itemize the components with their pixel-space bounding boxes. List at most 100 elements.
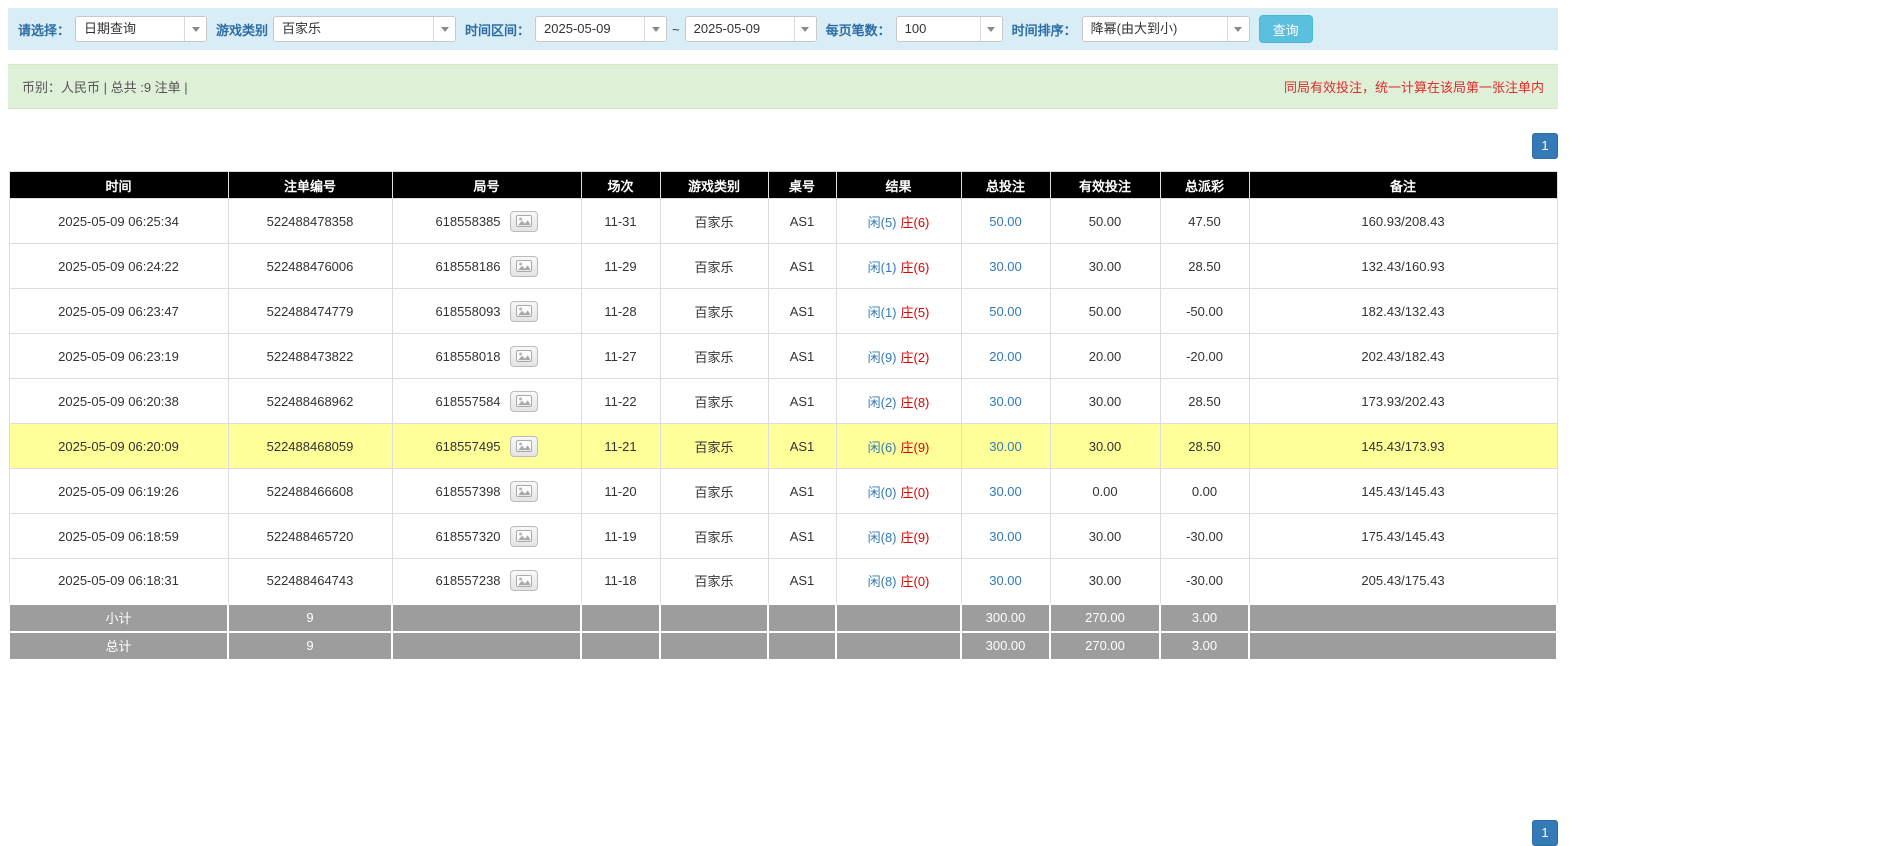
total-bet-link[interactable]: 50.00 bbox=[989, 214, 1022, 229]
pagination-bottom: 1 bbox=[8, 820, 1558, 846]
subtotal-count: 9 bbox=[228, 604, 392, 632]
cell-result: 闲(5)庄(6) bbox=[836, 199, 961, 244]
total-bet-link[interactable]: 20.00 bbox=[989, 349, 1022, 364]
result-player: 闲(1) bbox=[868, 305, 897, 320]
page-1-button[interactable]: 1 bbox=[1532, 133, 1558, 159]
cell-session: 11-19 bbox=[581, 514, 660, 559]
cell-total-bet: 20.00 bbox=[961, 334, 1050, 379]
table-header: 时间 注单编号 局号 场次 游戏类别 桌号 结果 总投注 有效投注 总派彩 备注 bbox=[9, 172, 1557, 199]
dropdown-arrow-button[interactable] bbox=[794, 17, 816, 41]
sort-order-dropdown[interactable]: 降幂(由大到小) bbox=[1082, 16, 1250, 42]
date-range-separator: ~ bbox=[672, 22, 680, 37]
cell-payout: 0.00 bbox=[1160, 469, 1249, 514]
footer-empty-cell bbox=[1249, 604, 1557, 632]
page-1-button[interactable]: 1 bbox=[1532, 820, 1558, 846]
table-row: 2025-05-09 06:18:59 522488465720 6185573… bbox=[9, 514, 1557, 559]
result-banker: 庄(2) bbox=[901, 350, 930, 365]
cell-game-type: 百家乐 bbox=[660, 199, 768, 244]
cell-payout: 28.50 bbox=[1160, 244, 1249, 289]
date-from-dropdown[interactable]: 2025-05-09 bbox=[535, 16, 667, 42]
roadmap-preview-button[interactable] bbox=[510, 526, 538, 547]
dropdown-arrow-button[interactable] bbox=[433, 17, 455, 41]
total-bet-link[interactable]: 30.00 bbox=[989, 529, 1022, 544]
search-button[interactable]: 查询 bbox=[1259, 15, 1313, 43]
result-banker: 庄(8) bbox=[901, 395, 930, 410]
cell-round-id: 618557320 bbox=[392, 514, 581, 559]
total-bet-link[interactable]: 50.00 bbox=[989, 304, 1022, 319]
cell-table-no: AS1 bbox=[768, 244, 836, 289]
roadmap-image-icon bbox=[516, 215, 532, 227]
table-body: 2025-05-09 06:25:34 522488478358 6185583… bbox=[9, 199, 1557, 604]
query-type-dropdown[interactable]: 日期查询 bbox=[75, 16, 207, 42]
round-number: 618558186 bbox=[435, 259, 500, 274]
header-total-bet: 总投注 bbox=[961, 172, 1050, 199]
dropdown-arrow-button[interactable] bbox=[980, 17, 1002, 41]
total-bet-link[interactable]: 30.00 bbox=[989, 573, 1022, 588]
game-type-value: 百家乐 bbox=[274, 17, 433, 41]
cell-session: 11-20 bbox=[581, 469, 660, 514]
roadmap-image-icon bbox=[516, 305, 532, 317]
cell-round-id: 618557584 bbox=[392, 379, 581, 424]
cell-payout: -30.00 bbox=[1160, 514, 1249, 559]
filter-group-sort: 时间排序： 降幂(由大到小) bbox=[1012, 16, 1250, 42]
footer-empty-cell bbox=[836, 604, 961, 632]
cell-table-no: AS1 bbox=[768, 379, 836, 424]
cell-time: 2025-05-09 06:18:59 bbox=[9, 514, 228, 559]
roadmap-preview-button[interactable] bbox=[510, 570, 538, 591]
cell-round-id: 618557495 bbox=[392, 424, 581, 469]
cell-remark: 145.43/173.93 bbox=[1249, 424, 1557, 469]
dropdown-arrow-button[interactable] bbox=[1227, 17, 1249, 41]
table-row: 2025-05-09 06:20:38 522488468962 6185575… bbox=[9, 379, 1557, 424]
total-bet-link[interactable]: 30.00 bbox=[989, 394, 1022, 409]
caret-down-icon bbox=[1234, 27, 1242, 32]
total-bet-link[interactable]: 30.00 bbox=[989, 439, 1022, 454]
cell-remark: 173.93/202.43 bbox=[1249, 379, 1557, 424]
dropdown-arrow-button[interactable] bbox=[184, 17, 206, 41]
filter-group-game: 游戏类别 百家乐 bbox=[216, 16, 456, 42]
cell-payout: -30.00 bbox=[1160, 559, 1249, 604]
header-round-id: 局号 bbox=[392, 172, 581, 199]
roadmap-preview-button[interactable] bbox=[510, 256, 538, 277]
cell-round-id: 618558385 bbox=[392, 199, 581, 244]
header-session: 场次 bbox=[581, 172, 660, 199]
result-banker: 庄(0) bbox=[901, 485, 930, 500]
cell-payout: -50.00 bbox=[1160, 289, 1249, 334]
cell-bet-id: 522488473822 bbox=[228, 334, 392, 379]
cell-table-no: AS1 bbox=[768, 289, 836, 334]
table-footer: 小计 9 300.00 270.00 3.00 总计 9 30 bbox=[9, 604, 1557, 660]
cell-total-bet: 30.00 bbox=[961, 559, 1050, 604]
cell-time: 2025-05-09 06:25:34 bbox=[9, 199, 228, 244]
round-number: 618557584 bbox=[435, 394, 500, 409]
round-number: 618557398 bbox=[435, 484, 500, 499]
roadmap-preview-button[interactable] bbox=[510, 436, 538, 457]
filter-group-select: 请选择： 日期查询 bbox=[18, 16, 207, 42]
page-size-dropdown[interactable]: 100 bbox=[896, 16, 1003, 42]
round-number: 618558093 bbox=[435, 304, 500, 319]
caret-down-icon bbox=[192, 27, 200, 32]
total-bet-link[interactable]: 30.00 bbox=[989, 259, 1022, 274]
cell-valid-bet: 30.00 bbox=[1050, 559, 1160, 604]
cell-result: 闲(2)庄(8) bbox=[836, 379, 961, 424]
dropdown-arrow-button[interactable] bbox=[644, 17, 666, 41]
caret-down-icon bbox=[987, 27, 995, 32]
page-size-value: 100 bbox=[897, 17, 980, 41]
roadmap-preview-button[interactable] bbox=[510, 346, 538, 367]
cell-game-type: 百家乐 bbox=[660, 334, 768, 379]
cell-time: 2025-05-09 06:23:19 bbox=[9, 334, 228, 379]
header-game-type: 游戏类别 bbox=[660, 172, 768, 199]
game-type-dropdown[interactable]: 百家乐 bbox=[273, 16, 456, 42]
roadmap-image-icon bbox=[516, 440, 532, 452]
cell-time: 2025-05-09 06:24:22 bbox=[9, 244, 228, 289]
cell-remark: 205.43/175.43 bbox=[1249, 559, 1557, 604]
roadmap-preview-button[interactable] bbox=[510, 301, 538, 322]
roadmap-preview-button[interactable] bbox=[510, 481, 538, 502]
header-remark: 备注 bbox=[1249, 172, 1557, 199]
roadmap-preview-button[interactable] bbox=[510, 211, 538, 232]
filter-bar: 请选择： 日期查询 游戏类别 百家乐 时间区间： 2025-05-09 ~ 20… bbox=[8, 8, 1558, 50]
cell-bet-id: 522488474779 bbox=[228, 289, 392, 334]
date-to-dropdown[interactable]: 2025-05-09 bbox=[685, 16, 817, 42]
result-banker: 庄(9) bbox=[901, 440, 930, 455]
total-bet-link[interactable]: 30.00 bbox=[989, 484, 1022, 499]
footer-empty-cell bbox=[836, 632, 961, 660]
roadmap-preview-button[interactable] bbox=[510, 391, 538, 412]
